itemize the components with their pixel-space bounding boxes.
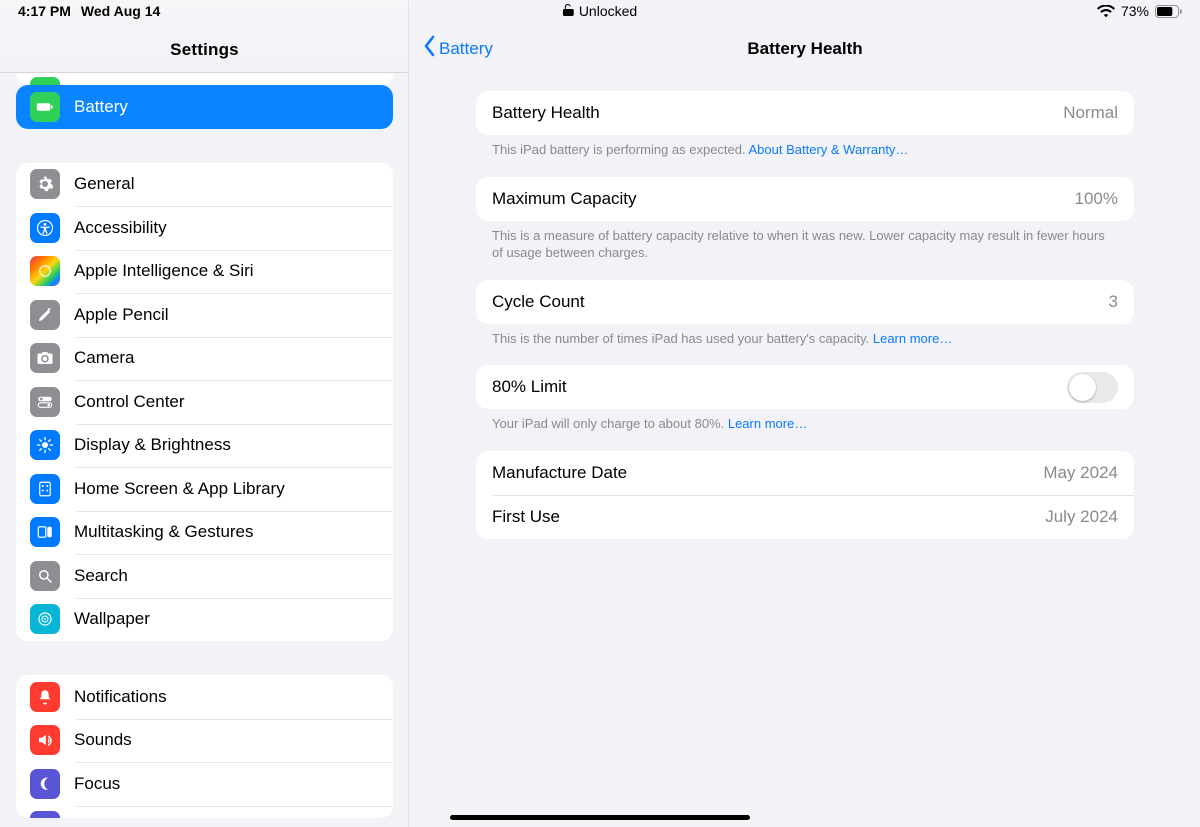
cell-cycle-count[interactable]: Cycle Count 3: [476, 280, 1134, 324]
80-limit-toggle[interactable]: [1067, 372, 1118, 403]
wallpaper-icon: [30, 604, 60, 634]
cycle-count-footer: This is the number of times iPad has use…: [476, 324, 1134, 348]
sidebar-item-apple-pencil[interactable]: Apple Pencil: [16, 293, 393, 337]
chevron-left-icon: [422, 35, 436, 62]
sidebar-item-sounds[interactable]: Sounds: [16, 719, 393, 763]
sidebar-item-apple-intelligence-siri[interactable]: Apple Intelligence & Siri: [16, 250, 393, 294]
about-battery-warranty-link[interactable]: About Battery & Warranty…: [749, 142, 909, 157]
status-unlocked-label: Unlocked: [579, 3, 637, 19]
cell-80-limit: 80% Limit: [476, 365, 1134, 409]
sidebar-item-display-brightness[interactable]: Display & Brightness: [16, 424, 393, 468]
back-label: Battery: [439, 39, 493, 59]
camera-icon: [30, 343, 60, 373]
home-indicator: [450, 815, 750, 820]
battery-icon-sidebar: [30, 92, 60, 122]
sidebar-item-multitasking[interactable]: Multitasking & Gestures: [16, 511, 393, 555]
cell-battery-health[interactable]: Battery Health Normal: [476, 91, 1134, 135]
sidebar-item-general[interactable]: General: [16, 163, 393, 207]
sidebar-item-notifications[interactable]: Notifications: [16, 675, 393, 719]
back-button[interactable]: Battery: [422, 35, 493, 62]
sidebar-item-search[interactable]: Search: [16, 554, 393, 598]
status-date: Wed Aug 14: [81, 3, 160, 19]
cutoff-icon: [30, 811, 60, 818]
cycle-learn-more-link[interactable]: Learn more…: [873, 331, 952, 346]
peek-icon: [30, 77, 60, 85]
max-capacity-footer: This is a measure of battery capacity re…: [476, 221, 1134, 262]
sidebar-item-wallpaper[interactable]: Wallpaper: [16, 598, 393, 642]
cell-max-capacity[interactable]: Maximum Capacity 100%: [476, 177, 1134, 221]
search-icon: [30, 561, 60, 591]
sidebar-title: Settings: [170, 40, 239, 60]
sidebar-item-camera[interactable]: Camera: [16, 337, 393, 381]
moon-icon: [30, 769, 60, 799]
home-screen-icon: [30, 474, 60, 504]
status-bar: 4:17 PM Wed Aug 14 Unlocked 73%: [0, 0, 1200, 22]
cycle-count-value: 3: [1109, 292, 1118, 312]
detail-title: Battery Health: [747, 39, 862, 59]
gear-icon: [30, 169, 60, 199]
sidebar-item-control-center[interactable]: Control Center: [16, 380, 393, 424]
settings-sidebar: Settings Battery: [0, 0, 410, 827]
status-time: 4:17 PM: [18, 3, 71, 19]
cell-first-use: First Use July 2024: [476, 495, 1134, 539]
sidebar-peek-row: [16, 73, 393, 85]
sidebar-item-battery[interactable]: Battery: [16, 85, 393, 129]
max-capacity-value: 100%: [1075, 189, 1118, 209]
accessibility-icon: [30, 213, 60, 243]
detail-pane: Battery Battery Health Battery Health No…: [410, 0, 1200, 827]
first-use-value: July 2024: [1045, 507, 1118, 527]
manufacture-date-value: May 2024: [1043, 463, 1118, 483]
battery-icon: [1155, 5, 1182, 18]
sidebar-item-accessibility[interactable]: Accessibility: [16, 206, 393, 250]
wifi-icon: [1097, 5, 1115, 18]
lock-open-icon: [563, 3, 574, 19]
status-center: Unlocked: [563, 3, 637, 19]
multitasking-icon: [30, 517, 60, 547]
sidebar-item-label: Battery: [74, 97, 379, 117]
limit-learn-more-link[interactable]: Learn more…: [728, 416, 807, 431]
battery-health-value: Normal: [1063, 103, 1118, 123]
cell-manufacture-date: Manufacture Date May 2024: [476, 451, 1134, 495]
brightness-icon: [30, 430, 60, 460]
bell-icon: [30, 682, 60, 712]
sidebar-item-home-screen[interactable]: Home Screen & App Library: [16, 467, 393, 511]
pencil-icon: [30, 300, 60, 330]
sidebar-item-cutoff[interactable]: [16, 806, 393, 818]
battery-health-footer: This iPad battery is performing as expec…: [476, 135, 1134, 159]
control-center-icon: [30, 387, 60, 417]
sidebar-item-focus[interactable]: Focus: [16, 762, 393, 806]
siri-icon: [30, 256, 60, 286]
speaker-icon: [30, 725, 60, 755]
status-battery-percent: 73%: [1121, 3, 1149, 19]
limit-footer: Your iPad will only charge to about 80%.…: [476, 409, 1134, 433]
